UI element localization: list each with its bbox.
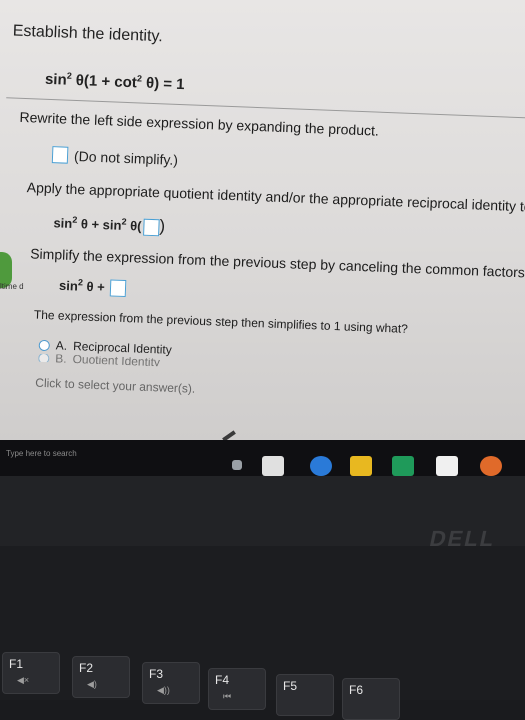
task-view-icon[interactable] [262,456,284,476]
radio-b[interactable] [38,353,50,364]
step-2-answer-box[interactable] [143,218,160,237]
step-3-answer-box[interactable] [109,279,127,298]
step-1-answer-row: (Do not simplify.) [50,146,179,168]
key-f6[interactable]: F6 [342,678,400,720]
file-explorer-icon[interactable] [350,456,372,476]
step-3-equation: sin2 θ + [59,276,127,298]
store-icon[interactable] [392,456,414,476]
edge-icon[interactable] [310,456,332,476]
key-f3[interactable]: F3 ◀)) [142,662,200,704]
browser-screen: ltime d Establish the identity. sin2 θ(1… [0,0,525,440]
key-f5[interactable]: F5 [276,674,334,716]
key-f2[interactable]: F2 ◀) [72,656,130,698]
step-3-instruction: Simplify the expression from the previou… [29,245,525,281]
step-4-question: The expression from the previous step th… [33,307,409,336]
question-panel: Establish the identity. sin2 θ(1 + cot2 … [0,0,525,440]
taskbar-search-input[interactable]: Type here to search [6,449,77,458]
mic-icon[interactable] [232,460,242,470]
identity-equation: sin2 θ(1 + cot2 θ) = 1 [44,70,185,94]
radio-a[interactable] [38,339,50,351]
step-1-instruction: Rewrite the left side expression by expa… [19,108,380,139]
key-f1[interactable]: F1 ◀× [2,652,60,694]
key-f4[interactable]: F4 ⏮ [208,668,266,710]
step-2-instruction: Apply the appropriate quotient identity … [26,179,525,215]
answer-hint: Click to select your answer(s). [35,375,196,396]
step-1-answer-box[interactable] [51,146,69,164]
step-2-equation: sin2 θ + sin2 θ() [53,214,166,237]
do-not-simplify-note: (Do not simplify.) [73,147,179,168]
problem-title: Establish the identity. [12,22,164,46]
app-icon[interactable] [436,456,458,476]
firefox-icon[interactable] [480,456,502,476]
